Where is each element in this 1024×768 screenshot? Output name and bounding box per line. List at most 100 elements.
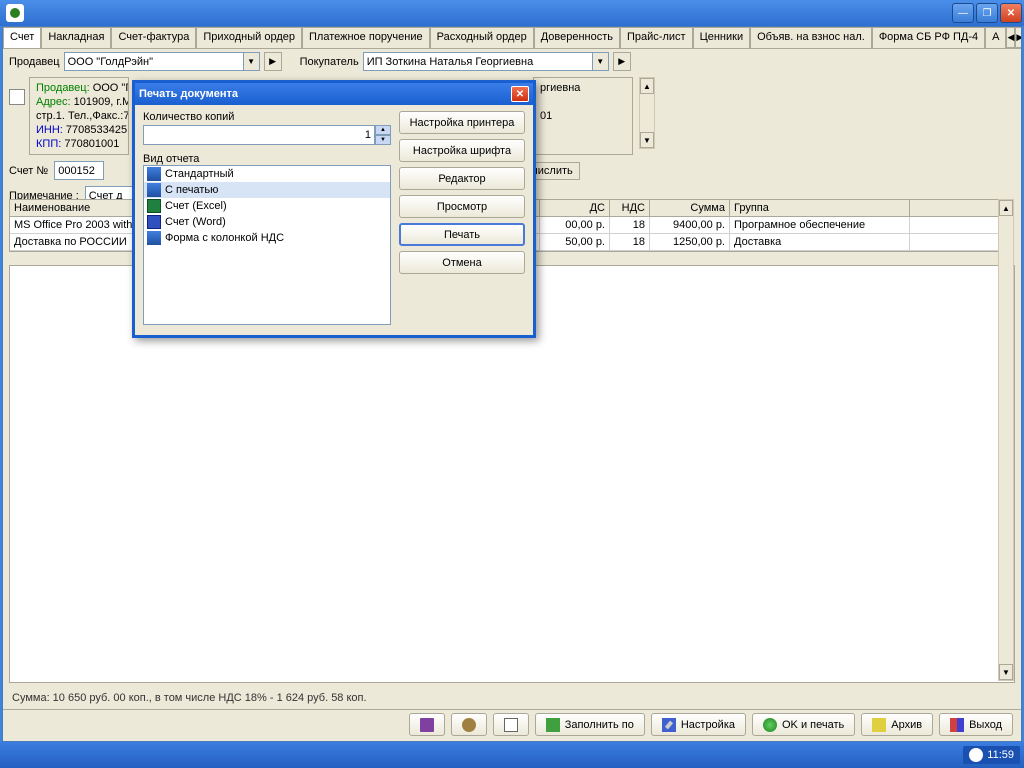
tab-scroll-left[interactable]: ◀ — [1006, 27, 1015, 48]
report-item-nds[interactable]: Форма с колонкой НДС — [144, 230, 390, 246]
copies-input[interactable] — [143, 125, 375, 145]
cell-nds: 18 — [610, 234, 650, 250]
cell-group: Програмное обеспечение — [730, 217, 910, 233]
copies-spinner[interactable]: ▲ ▼ — [375, 125, 391, 145]
buyer-nav-button[interactable]: ▶ — [613, 52, 631, 71]
seller-info-box: Продавец: ООО "Го Адрес: 101909, г.Мо ст… — [29, 77, 129, 155]
report-icon — [147, 183, 161, 197]
cell-group: Доставка — [730, 234, 910, 250]
exit-icon — [950, 718, 964, 732]
report-icon — [147, 231, 161, 245]
document-tabs: Счет Накладная Счет-фактура Приходный ор… — [3, 27, 1021, 49]
report-label: Стандартный — [165, 168, 234, 180]
seller-nav-button[interactable]: ▶ — [264, 52, 282, 71]
cancel-button[interactable]: Отмена — [399, 251, 525, 274]
col-ds[interactable]: ДС — [540, 200, 610, 216]
fill-icon — [546, 718, 560, 732]
settings-button[interactable]: Настройка — [651, 713, 746, 736]
archive-icon — [872, 718, 886, 732]
report-item-standard[interactable]: Стандартный — [144, 166, 390, 182]
cell-sum: 9400,00 р. — [650, 217, 730, 233]
buyer-combo[interactable] — [363, 52, 593, 71]
tool-button[interactable] — [451, 713, 487, 736]
tab-nakladnaya[interactable]: Накладная — [41, 27, 111, 48]
dialog-titlebar[interactable]: Печать документа ✕ — [135, 83, 533, 105]
report-icon — [147, 167, 161, 181]
scroll-up-icon[interactable]: ▲ — [640, 78, 654, 94]
cell-ds: 50,00 р. — [540, 234, 610, 250]
tab-price[interactable]: Прайс-лист — [620, 27, 693, 48]
ok-icon — [763, 718, 777, 732]
archive-button[interactable]: Архив — [861, 713, 933, 736]
buyer-dropdown-button[interactable]: ▼ — [593, 52, 609, 71]
report-list[interactable]: Стандартный С печатью Счет (Excel) Счет … — [143, 165, 391, 325]
tab-cenniki[interactable]: Ценники — [693, 27, 751, 48]
scroll-down-icon[interactable]: ▼ — [999, 664, 1013, 680]
cell-ds: 00,00 р. — [540, 217, 610, 233]
fill-button-label: Заполнить по — [565, 719, 634, 731]
book-icon — [420, 718, 434, 732]
spin-down-icon[interactable]: ▼ — [375, 135, 391, 145]
report-item-stamp[interactable]: С печатью — [144, 182, 390, 198]
tray-icon[interactable] — [969, 748, 983, 762]
seller-dropdown-button[interactable]: ▼ — [244, 52, 260, 71]
tab-scroll-right[interactable]: ▶ — [1015, 27, 1021, 48]
printer-setup-button[interactable]: Настройка принтера — [399, 111, 525, 134]
button-bar: Заполнить по Настройка OK и печать Архив… — [3, 709, 1021, 739]
report-label: Счет (Word) — [165, 216, 226, 228]
report-item-excel[interactable]: Счет (Excel) — [144, 198, 390, 214]
fill-button[interactable]: Заполнить по — [535, 713, 645, 736]
col-nds[interactable]: НДС — [610, 200, 650, 216]
font-setup-button[interactable]: Настройка шрифта — [399, 139, 525, 162]
print-button[interactable]: Печать — [399, 223, 525, 246]
seller-label: Продавец — [9, 56, 60, 68]
account-number-input[interactable] — [54, 161, 104, 180]
tab-prihodny[interactable]: Приходный ордер — [196, 27, 302, 48]
copies-label: Количество копий — [143, 111, 391, 123]
report-item-word[interactable]: Счет (Word) — [144, 214, 390, 230]
info-scrollbar[interactable]: ▲ ▼ — [639, 77, 655, 149]
clock: 11:59 — [987, 749, 1014, 761]
seller-combo[interactable] — [64, 52, 244, 71]
col-group[interactable]: Группа — [730, 200, 910, 216]
exit-label: Выход — [969, 719, 1002, 731]
scroll-up-icon[interactable]: ▲ — [999, 200, 1013, 216]
help-button[interactable] — [409, 713, 445, 736]
tab-schet[interactable]: Счет — [3, 27, 41, 48]
scroll-down-icon[interactable]: ▼ — [640, 132, 654, 148]
ok-print-button[interactable]: OK и печать — [752, 713, 855, 736]
titlebar: — ❐ ✕ — [0, 0, 1024, 26]
archive-label: Архив — [891, 719, 922, 731]
editor-button[interactable]: Редактор — [399, 167, 525, 190]
system-tray[interactable]: 11:59 — [963, 746, 1020, 764]
spin-up-icon[interactable]: ▲ — [375, 125, 391, 135]
close-button[interactable]: ✕ — [1000, 3, 1022, 23]
wrench-icon — [662, 718, 676, 732]
tab-platezh[interactable]: Платежное поручение — [302, 27, 430, 48]
maximize-button[interactable]: ❐ — [976, 3, 998, 23]
tab-rashodny[interactable]: Расходный ордер — [430, 27, 534, 48]
minimize-button[interactable]: — — [952, 3, 974, 23]
tab-more[interactable]: А — [985, 27, 1006, 48]
report-label: С печатью — [165, 184, 218, 196]
buyer-info-box: ргиевна 01 — [533, 77, 633, 155]
tab-obyav[interactable]: Объяв. на взнос нал. — [750, 27, 872, 48]
app-icon — [6, 4, 24, 22]
preview-button[interactable]: Просмотр — [399, 195, 525, 218]
tab-sb-rf[interactable]: Форма СБ РФ ПД-4 — [872, 27, 985, 48]
window-button[interactable] — [493, 713, 529, 736]
dialog-title: Печать документа — [139, 88, 238, 100]
document-icon — [9, 89, 25, 105]
report-label: Счет (Excel) — [165, 200, 227, 212]
party-toolbar: Продавец ▼ ▶ Покупатель ▼ ▶ — [3, 49, 1021, 74]
col-sum[interactable]: Сумма — [650, 200, 730, 216]
main-scrollbar[interactable]: ▲ ▼ — [998, 199, 1014, 681]
cell-sum: 1250,00 р. — [650, 234, 730, 250]
print-dialog: Печать документа ✕ Количество копий ▲ ▼ … — [132, 80, 536, 338]
gear-icon — [462, 718, 476, 732]
tab-schet-faktura[interactable]: Счет-фактура — [111, 27, 196, 48]
dialog-close-button[interactable]: ✕ — [511, 86, 529, 102]
account-number-label: Счет № — [9, 165, 48, 177]
tab-doverennost[interactable]: Доверенность — [534, 27, 620, 48]
exit-button[interactable]: Выход — [939, 713, 1013, 736]
